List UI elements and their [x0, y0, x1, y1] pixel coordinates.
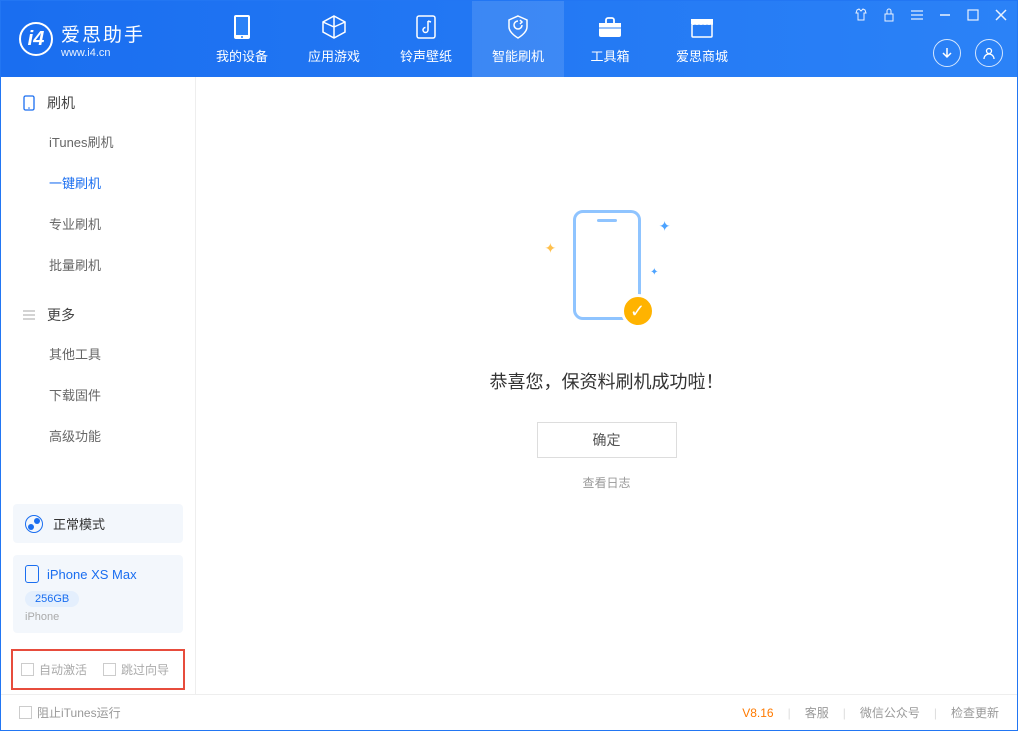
highlighted-checkbox-row: 自动激活 跳过向导	[11, 649, 185, 690]
confirm-button[interactable]: 确定	[537, 422, 677, 458]
sparkle-icon: ✦	[650, 267, 658, 278]
tab-toolbox[interactable]: 工具箱	[564, 1, 656, 77]
sidebar-section-flash: 刷机	[1, 93, 195, 121]
sidebar-section-more: 更多	[1, 305, 195, 333]
logo-area: i4 爱思助手 www.i4.cn	[1, 20, 196, 59]
sidebar-item-itunes-flash[interactable]: iTunes刷机	[1, 121, 195, 162]
store-icon	[689, 14, 715, 40]
success-message: 恭喜您，保资料刷机成功啦！	[490, 368, 724, 394]
sidebar-item-oneclick-flash[interactable]: 一键刷机	[1, 162, 195, 203]
phone-icon	[21, 95, 37, 111]
header: i4 爱思助手 www.i4.cn 我的设备 应用游戏 铃声壁纸 智能刷机 工具…	[1, 1, 1017, 77]
device-type: iPhone	[25, 611, 171, 623]
version-label: V8.16	[742, 706, 773, 720]
header-right	[933, 39, 1003, 67]
sidebar-item-pro-flash[interactable]: 专业刷机	[1, 203, 195, 244]
tab-apps[interactable]: 应用游戏	[288, 1, 380, 77]
shield-icon	[505, 14, 531, 40]
footer-link-service[interactable]: 客服	[805, 704, 829, 721]
device-capacity: 256GB	[25, 591, 79, 607]
tab-my-device[interactable]: 我的设备	[196, 1, 288, 77]
checkbox-block-itunes[interactable]: 阻止iTunes运行	[19, 704, 121, 721]
view-log-link[interactable]: 查看日志	[582, 474, 630, 491]
sidebar-item-batch-flash[interactable]: 批量刷机	[1, 244, 195, 285]
user-button[interactable]	[975, 39, 1003, 67]
nav-tabs: 我的设备 应用游戏 铃声壁纸 智能刷机 工具箱 爱思商城	[196, 1, 748, 77]
main-content: ✦ ✦ ✦ ✓ 恭喜您，保资料刷机成功啦！ 确定 查看日志	[196, 77, 1017, 694]
tab-ringtones[interactable]: 铃声壁纸	[380, 1, 472, 77]
checkbox-skip-guide[interactable]: 跳过向导	[103, 661, 169, 678]
sidebar-item-other-tools[interactable]: 其他工具	[1, 333, 195, 374]
window-controls	[853, 7, 1009, 23]
footer: 阻止iTunes运行 V8.16 | 客服 | 微信公众号 | 检查更新	[1, 694, 1017, 730]
toolbox-icon	[597, 14, 623, 40]
sidebar-item-advanced[interactable]: 高级功能	[1, 415, 195, 456]
mode-label: 正常模式	[53, 514, 105, 533]
shirt-icon[interactable]	[853, 7, 869, 23]
tab-store[interactable]: 爱思商城	[656, 1, 748, 77]
music-icon	[413, 14, 439, 40]
device-box[interactable]: iPhone XS Max 256GB iPhone	[13, 555, 183, 633]
checkbox-auto-activate[interactable]: 自动激活	[21, 661, 87, 678]
footer-link-update[interactable]: 检查更新	[951, 704, 999, 721]
close-button[interactable]	[993, 7, 1009, 23]
check-badge-icon: ✓	[621, 294, 655, 328]
download-button[interactable]	[933, 39, 961, 67]
app-subtitle: www.i4.cn	[61, 47, 145, 59]
minimize-button[interactable]	[937, 7, 953, 23]
footer-link-wechat[interactable]: 微信公众号	[860, 704, 920, 721]
cube-icon	[321, 14, 347, 40]
lock-icon[interactable]	[881, 7, 897, 23]
mode-icon	[25, 515, 43, 533]
sparkle-icon: ✦	[545, 240, 557, 257]
sparkle-icon: ✦	[659, 218, 671, 235]
logo-icon: i4	[19, 22, 53, 56]
success-illustration: ✦ ✦ ✦ ✓	[527, 200, 687, 340]
device-icon	[229, 14, 255, 40]
app-title: 爱思助手	[61, 20, 145, 47]
menu-icon[interactable]	[909, 7, 925, 23]
device-phone-icon	[25, 565, 39, 583]
device-name-row: iPhone XS Max	[25, 565, 171, 583]
mode-box[interactable]: 正常模式	[13, 504, 183, 543]
maximize-button[interactable]	[965, 7, 981, 23]
list-icon	[21, 307, 37, 323]
tab-smart-flash[interactable]: 智能刷机	[472, 1, 564, 77]
sidebar-item-download-firmware[interactable]: 下载固件	[1, 374, 195, 415]
sidebar: 刷机 iTunes刷机 一键刷机 专业刷机 批量刷机 更多 其他工具 下载固件 …	[1, 77, 196, 694]
